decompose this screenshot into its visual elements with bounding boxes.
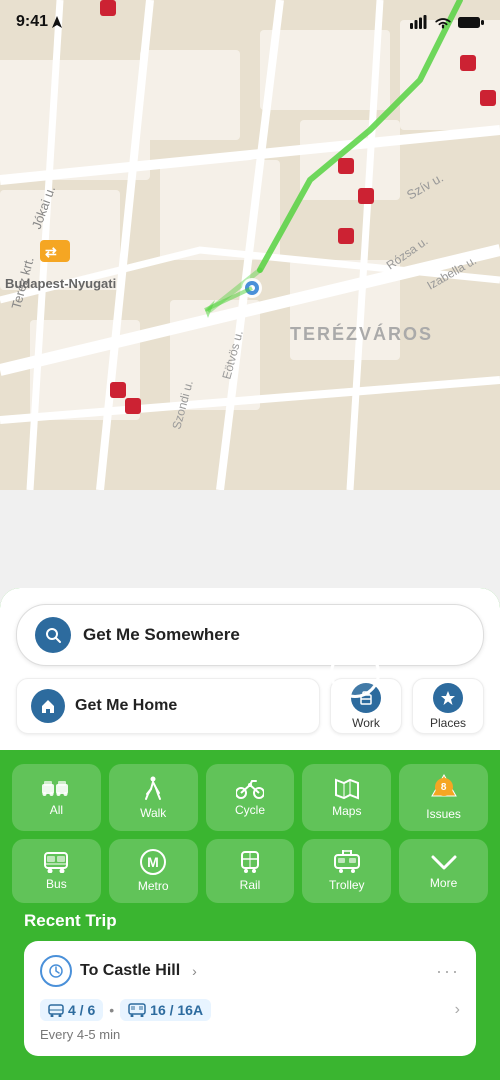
places-label: Places — [430, 716, 466, 730]
work-button[interactable]: Work — [330, 678, 402, 734]
clock-icon — [40, 955, 72, 987]
more-icon — [431, 852, 457, 872]
status-icons — [410, 15, 484, 29]
star-icon — [440, 690, 456, 706]
cycle-label: Cycle — [235, 803, 265, 817]
trip-frequency: Every 4-5 min — [40, 1027, 460, 1042]
tram-route-number: 4 / 6 — [68, 1002, 95, 1018]
svg-text:TERÉZVÁROS: TERÉZVÁROS — [290, 323, 433, 344]
rail-label: Rail — [240, 878, 261, 892]
search-icon-circle — [35, 617, 71, 653]
rail-icon — [239, 850, 261, 874]
map-svg: Szív u. Rózsa u. Izabella u. Szondi u. E… — [0, 0, 500, 490]
transport-more[interactable]: More — [399, 839, 488, 903]
issues-label: Issues — [426, 807, 461, 821]
work-label: Work — [352, 716, 380, 730]
trip-options-button[interactable]: ··· — [436, 961, 460, 982]
time-display: 9:41 — [16, 13, 48, 31]
location-arrow-icon — [52, 16, 62, 28]
routes-arrow: › — [455, 1001, 460, 1019]
bus-label: Bus — [46, 877, 67, 891]
maps-label: Maps — [332, 804, 361, 818]
transport-all[interactable]: All — [12, 764, 101, 831]
trip-header: To Castle Hill › ··· — [40, 955, 460, 987]
bus-route-number: 16 / 16A — [150, 1002, 203, 1018]
search-bar[interactable]: Get Me Somewhere — [16, 604, 484, 666]
clock-svg — [48, 963, 64, 979]
transport-maps[interactable]: Maps — [302, 764, 391, 831]
metro-icon: M — [140, 849, 166, 875]
trip-name: To Castle Hill — [80, 962, 180, 980]
metro-label: Metro — [138, 879, 169, 893]
work-icon — [358, 690, 374, 706]
all-transport-icon — [42, 779, 70, 799]
trip-destination: To Castle Hill › — [40, 955, 197, 987]
trip-card[interactable]: To Castle Hill › ··· 4 / 6 — [24, 941, 476, 1056]
bus-route-badge: 16 / 16A — [120, 999, 211, 1021]
search-placeholder: Get Me Somewhere — [83, 625, 240, 645]
quick-actions-row: Get Me Home Work — [16, 678, 484, 734]
transport-cycle[interactable]: Cycle — [206, 764, 295, 831]
recent-trip-title: Recent Trip — [24, 911, 476, 931]
recent-trip-section: Recent Trip To Castle Hill › ·· — [12, 911, 488, 1066]
trolley-label: Trolley — [329, 878, 365, 892]
transport-metro[interactable]: M Metro — [109, 839, 198, 903]
work-icon-circle — [351, 683, 381, 713]
transport-issues[interactable]: ! 8 Issues — [399, 764, 488, 831]
signal-icon — [410, 15, 428, 29]
bottom-sheet: Get Me Somewhere Get Me Home — [0, 588, 500, 1080]
transport-rail[interactable]: Rail — [206, 839, 295, 903]
home-label: Get Me Home — [75, 697, 177, 715]
home-icon — [40, 698, 56, 714]
all-label: All — [50, 803, 63, 817]
walk-label: Walk — [140, 806, 166, 820]
transport-grid-row1: All Walk — [12, 764, 488, 831]
transport-bus[interactable]: Bus — [12, 839, 101, 903]
green-section: All Walk — [0, 750, 500, 1080]
route-separator: • — [109, 1002, 114, 1018]
places-button[interactable]: Places — [412, 678, 484, 734]
walk-icon — [143, 776, 163, 802]
bus-small-icon — [128, 1003, 146, 1017]
status-bar: 9:41 — [0, 0, 500, 44]
places-icon-circle — [433, 683, 463, 713]
svg-text:M: M — [147, 854, 159, 870]
battery-icon — [458, 16, 484, 29]
status-time: 9:41 — [16, 13, 62, 31]
svg-text:Budapest-Nyugati: Budapest-Nyugati — [5, 276, 116, 291]
search-icon — [45, 627, 61, 643]
transport-trolley[interactable]: Trolley — [302, 839, 391, 903]
more-label: More — [430, 876, 457, 890]
transport-walk[interactable]: Walk — [109, 764, 198, 831]
transport-grid-row2: Bus M Metro — [12, 839, 488, 903]
cycle-icon — [236, 779, 264, 799]
wifi-icon — [434, 15, 452, 29]
trolley-icon — [333, 850, 361, 874]
maps-icon — [334, 778, 360, 800]
trip-routes-row: 4 / 6 • 16 / 16A › — [40, 999, 460, 1021]
home-icon-circle — [31, 689, 65, 723]
tram-route-badge: 4 / 6 — [40, 999, 103, 1021]
get-me-home-button[interactable]: Get Me Home — [16, 678, 320, 734]
search-section: Get Me Somewhere Get Me Home — [0, 588, 500, 750]
tram-icon — [48, 1003, 64, 1017]
bus-icon — [43, 851, 69, 873]
issues-badge: 8 — [435, 778, 453, 796]
svg-text:⇄: ⇄ — [45, 244, 57, 260]
map-area: Szív u. Rózsa u. Izabella u. Szondi u. E… — [0, 0, 500, 490]
trip-chevron: › — [192, 963, 197, 979]
